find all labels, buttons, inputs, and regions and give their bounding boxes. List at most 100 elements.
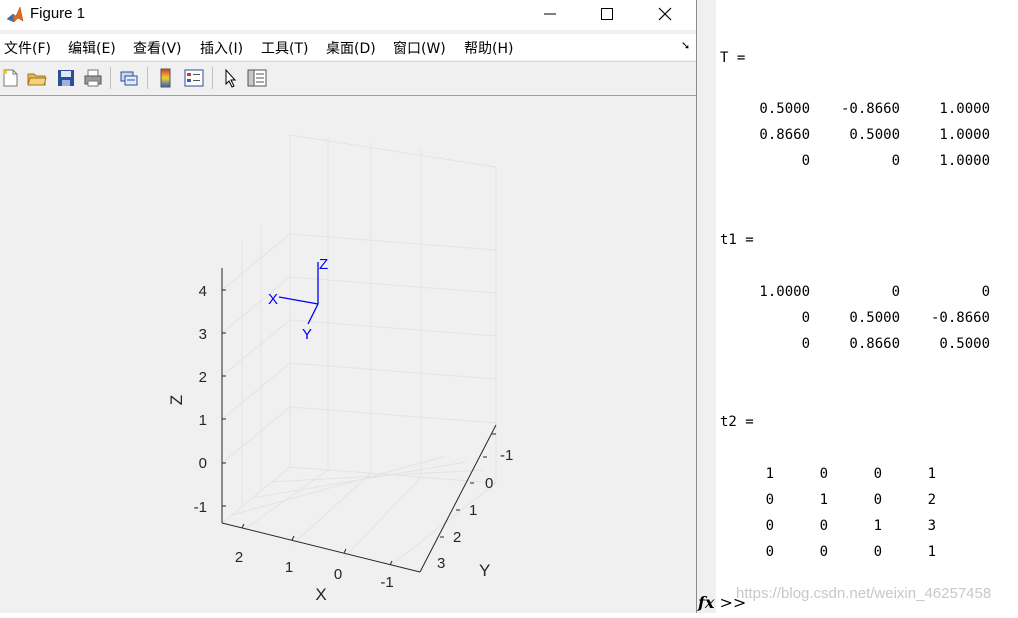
coordinate-frame	[278, 262, 319, 325]
menu-window[interactable]: 窗口(W)	[393, 38, 446, 58]
matrix-cell: 1	[819, 492, 828, 508]
z-tick-label: 0	[199, 455, 207, 472]
matrix-cell: 0	[765, 492, 774, 508]
matrix-cell: 1.0000	[939, 127, 990, 143]
matrix-cell: 0	[819, 518, 828, 534]
property-inspector-icon[interactable]	[247, 68, 267, 88]
frame-x-label: X	[268, 291, 278, 308]
z-tick-label: 2	[199, 369, 207, 386]
matrix-cell: 0.5000	[849, 127, 900, 143]
matrix-cell: 0.8660	[759, 127, 810, 143]
matrix-cell: 3	[927, 518, 936, 534]
menu-help[interactable]: 帮助(H)	[464, 38, 513, 58]
menu-bar: 文件(F) 编辑(E) 查看(V) 插入(I) 工具(T) 桌面(D) 窗口(W…	[0, 34, 696, 60]
matrix-cell: 0	[765, 544, 774, 560]
matrix-cell: 0	[801, 336, 810, 352]
z-tick-label: 1	[199, 412, 207, 429]
matrix-cell: 1.0000	[759, 284, 810, 300]
z-tick-label: 4	[199, 283, 207, 300]
window-title: Figure 1	[30, 5, 86, 22]
variable-name: t2 =	[720, 414, 754, 430]
y-tick-label: 2	[453, 529, 461, 546]
maximize-button[interactable]	[584, 0, 630, 28]
minimize-button[interactable]	[527, 0, 573, 28]
matrix-cell: -0.8660	[930, 310, 990, 326]
new-figure-icon[interactable]	[0, 68, 20, 88]
select-cursor-icon[interactable]	[221, 68, 241, 88]
toolbar-separator	[147, 67, 148, 89]
matrix-cell: 0	[801, 153, 810, 169]
legend-icon[interactable]	[184, 68, 204, 88]
command-window[interactable]: T = 0.5000 -0.8660 1.0000 0.8660 0.5000 …	[698, 0, 1018, 613]
matrix-cell: 1	[927, 544, 936, 560]
panel-splitter[interactable]	[696, 0, 717, 613]
command-prompt[interactable]: fx >>	[698, 593, 746, 612]
matrix-cell: 0	[891, 153, 900, 169]
colorbar-icon[interactable]	[156, 68, 176, 88]
matrix-cell: 0.8660	[849, 336, 900, 352]
title-bar: Figure 1	[0, 0, 696, 30]
variable-name: t1 =	[720, 232, 754, 248]
dock-arrow-icon[interactable]: ➘	[681, 39, 690, 52]
matrix-cell: 2	[927, 492, 936, 508]
matrix-cell: 0	[873, 466, 882, 482]
matrix-cell: 0	[891, 284, 900, 300]
axes-area[interactable]: 4 3 2 1 0 -1 2 1 0 -1 -1 0 1 2 3 X Y Z X…	[0, 95, 696, 613]
menu-edit[interactable]: 编辑(E)	[68, 38, 116, 58]
toolbar-separator	[110, 67, 111, 89]
x-tick-label: 0	[334, 566, 342, 583]
menu-insert[interactable]: 插入(I)	[200, 38, 243, 58]
z-tick-label: 3	[199, 326, 207, 343]
print-icon[interactable]	[83, 68, 103, 88]
watermark-text: https://blog.csdn.net/weixin_46257458	[736, 585, 992, 602]
menu-tools[interactable]: 工具(T)	[261, 38, 308, 58]
y-axis-label: Y	[479, 561, 490, 580]
menu-view[interactable]: 查看(V)	[133, 38, 182, 58]
matrix-cell: 1	[927, 466, 936, 482]
prompt-symbol: >>	[719, 593, 747, 612]
toolbar-separator	[212, 67, 213, 89]
matrix-cell: 0	[819, 544, 828, 560]
variable-name: T =	[720, 50, 746, 66]
matrix-cell: 0.5000	[759, 101, 810, 117]
x-tick-label: -1	[380, 574, 393, 591]
x-tick-label: 2	[235, 549, 243, 566]
minimize-icon	[544, 13, 556, 15]
matrix-cell: 0	[873, 492, 882, 508]
matrix-cell: 1.0000	[939, 153, 990, 169]
z-axis-label: Z	[167, 395, 186, 405]
y-tick-label: 1	[469, 502, 477, 519]
matrix-cell: 0	[765, 518, 774, 534]
y-tick-label: 0	[485, 475, 493, 492]
menu-desktop[interactable]: 桌面(D)	[326, 38, 376, 58]
x-tick-label: 1	[285, 559, 293, 576]
x-axis-label: X	[315, 585, 326, 604]
grid-lines	[221, 134, 497, 567]
open-file-icon[interactable]	[27, 68, 47, 88]
close-icon	[658, 7, 672, 21]
menu-file[interactable]: 文件(F)	[4, 38, 51, 58]
close-button[interactable]	[642, 0, 688, 28]
matrix-cell: 1	[873, 518, 882, 534]
plot3-axes[interactable]: 4 3 2 1 0 -1 2 1 0 -1 -1 0 1 2 3 X Y Z X…	[0, 95, 696, 613]
matrix-cell: 0.5000	[849, 310, 900, 326]
maximize-icon	[601, 8, 613, 20]
matlab-logo-icon	[5, 5, 25, 25]
matrix-cell: 0.5000	[939, 336, 990, 352]
frame-z-label: Z	[319, 256, 328, 273]
matrix-cell: 0	[801, 310, 810, 326]
matrix-cell: -0.8660	[840, 101, 900, 117]
y-tick-label: -1	[500, 447, 513, 464]
matrix-cell: 0	[873, 544, 882, 560]
save-icon[interactable]	[56, 68, 76, 88]
y-tick-label: 3	[437, 555, 445, 572]
fx-icon: fx	[698, 593, 715, 612]
figure-window: Figure 1 文件(F) 编辑(E) 查看(V) 插入(I) 工具(T) 桌…	[0, 0, 696, 613]
matrix-cell: 0	[981, 284, 990, 300]
toolbar	[0, 61, 696, 96]
link-plot-icon[interactable]	[119, 68, 139, 88]
frame-y-label: Y	[302, 326, 312, 343]
z-tick-label: -1	[194, 499, 207, 516]
matrix-cell: 1.0000	[939, 101, 990, 117]
matrix-cell: 1	[765, 466, 774, 482]
